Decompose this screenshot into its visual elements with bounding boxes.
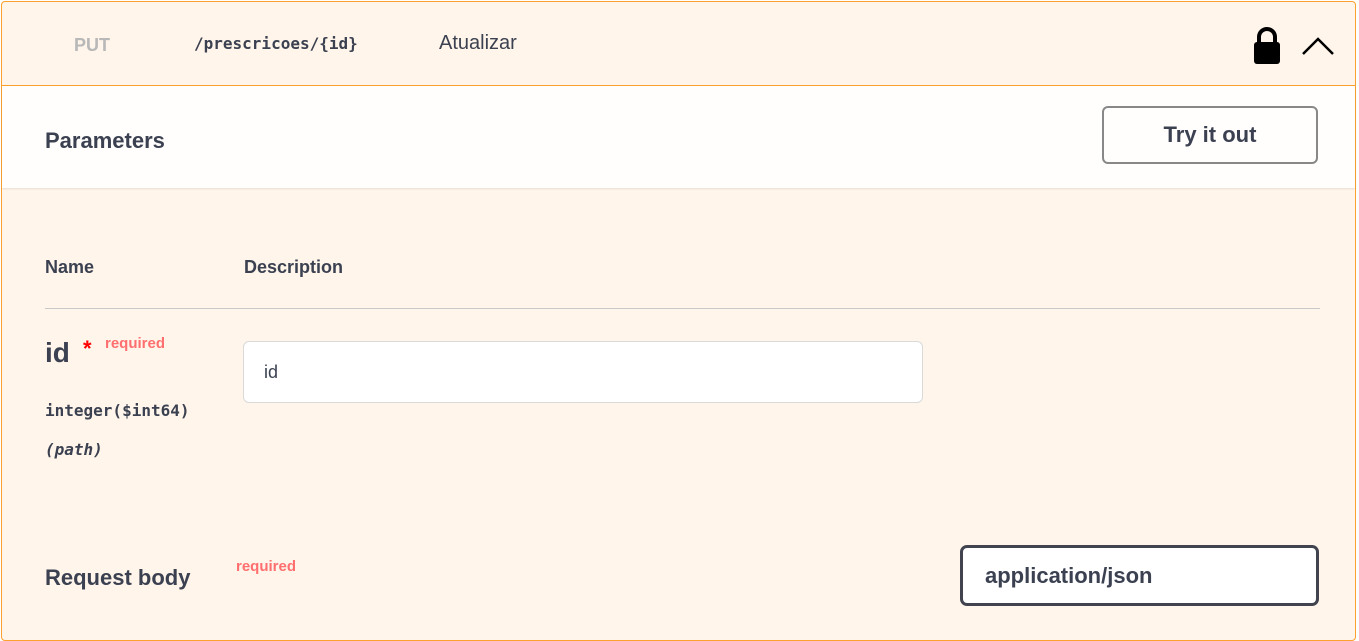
content-type-select[interactable]: application/json — [960, 545, 1319, 606]
column-header-name: Name — [45, 257, 95, 277]
required-label: required — [105, 335, 166, 352]
parameter-location: (path) — [45, 440, 103, 459]
request-body-title: Request body — [45, 565, 191, 590]
table-divider — [45, 308, 1320, 309]
operation-block-put: PUT /prescricoes/{id} Atualizar Paramete… — [1, 1, 1356, 641]
chevron-up-icon[interactable] — [1299, 27, 1337, 63]
parameter-type: integer($int64) — [45, 401, 190, 420]
lock-icon[interactable] — [1250, 25, 1284, 65]
operation-path: /prescricoes/{id} — [194, 34, 358, 53]
id-input[interactable] — [243, 341, 923, 403]
parameter-name: id — [45, 337, 70, 368]
operation-summary[interactable]: PUT /prescricoes/{id} Atualizar — [2, 2, 1355, 86]
request-body-required-label: required — [236, 558, 297, 575]
parameters-title: Parameters — [45, 128, 165, 153]
required-asterisk: * — [83, 336, 92, 361]
parameters-header: Parameters Try it out — [2, 86, 1355, 188]
content-type-value: application/json — [985, 562, 1153, 588]
column-header-description: Description — [244, 257, 344, 277]
try-it-out-button[interactable]: Try it out — [1102, 106, 1318, 164]
http-method-badge: PUT — [74, 34, 110, 55]
operation-summary-text: Atualizar — [439, 32, 517, 54]
